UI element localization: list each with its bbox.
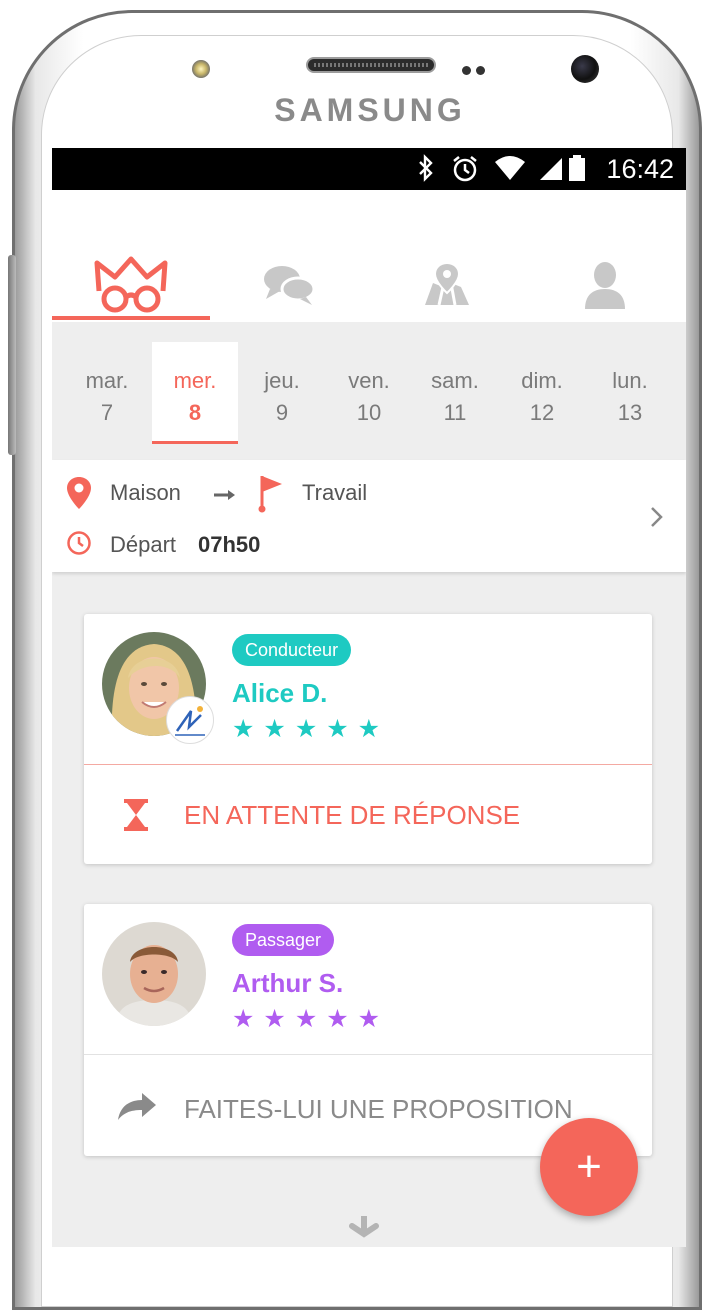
day-date: 9	[275, 400, 289, 425]
match-card[interactable]: Conducteur Alice D. ★★★★★ EN ATTENTE DE …	[84, 614, 652, 864]
role-badge: Passager	[232, 924, 335, 956]
earpiece-speaker	[306, 57, 436, 73]
day-date: 11	[443, 400, 467, 425]
route-origin: Maison	[110, 480, 181, 505]
chat-icon	[264, 266, 316, 305]
rating-stars: ★★★★★	[232, 1005, 390, 1033]
user-name: Arthur S.	[232, 968, 344, 998]
hourglass-icon	[124, 799, 148, 831]
day-name: mer.	[173, 368, 217, 393]
match-card[interactable]: Passager Arthur S. ★★★★★ FAITES-LUI UNE …	[84, 904, 652, 1156]
make-proposal-action[interactable]: FAITES-LUI UNE PROPOSITION	[184, 1094, 573, 1125]
day-item[interactable]: jeu. 9	[237, 342, 327, 442]
profile-icon	[585, 262, 625, 309]
arrow-right-icon	[214, 490, 235, 500]
departure-label: Départ	[110, 532, 177, 557]
day-selector: mar. 7 mer. 8 jeu. 9 ven. 10 sam. 11 dim…	[52, 322, 686, 460]
avatar	[102, 922, 206, 1026]
day-item[interactable]: sam. 11	[410, 342, 500, 442]
status-waiting: EN ATTENTE DE RÉPONSE	[184, 800, 521, 830]
crown-glasses-icon	[94, 256, 168, 313]
day-name: lun.	[612, 368, 648, 393]
rating-stars: ★★★★★	[232, 715, 390, 743]
card-divider	[84, 764, 652, 765]
card-divider	[84, 1054, 652, 1055]
bluetooth-icon	[416, 154, 436, 190]
day-name: jeu.	[264, 368, 300, 393]
day-item[interactable]: ven. 10	[324, 342, 414, 442]
day-date: 8	[188, 400, 202, 425]
tab-profile[interactable]	[526, 250, 684, 320]
loading-spinner-icon	[349, 1216, 379, 1238]
tab-messages[interactable]	[210, 250, 368, 320]
day-name: sam.	[431, 368, 479, 393]
alarm-icon	[450, 154, 480, 192]
chevron-right-icon[interactable]	[650, 506, 664, 528]
battery-icon	[568, 154, 586, 190]
day-item[interactable]: mar. 7	[62, 342, 152, 442]
day-name: dim.	[521, 368, 563, 393]
front-camera	[571, 55, 599, 83]
departure-time: 07h50	[198, 532, 261, 557]
volume-key	[8, 255, 16, 455]
day-item[interactable]: lun. 13	[585, 342, 675, 442]
day-item-selected[interactable]: mer. 8	[152, 342, 238, 444]
status-bar: 16:42	[52, 148, 686, 190]
proximity-sensor	[192, 60, 210, 78]
signal-icon	[538, 154, 564, 190]
flag-icon	[258, 476, 282, 513]
clock-icon	[67, 531, 91, 555]
user-name: Alice D.	[232, 678, 328, 708]
day-name: mar.	[85, 368, 129, 393]
tab-bar	[52, 190, 686, 322]
day-date: 10	[356, 400, 382, 425]
wifi-icon	[494, 154, 526, 190]
day-name: ven.	[348, 368, 390, 393]
app-screen: 16:42 mar. 7 mer. 8 jeu. 9 ven. 10 sam. …	[52, 148, 686, 1247]
company-logo-icon	[166, 696, 214, 744]
status-time: 16:42	[606, 154, 674, 184]
add-button[interactable]: +	[540, 1118, 638, 1216]
day-date: 7	[100, 400, 114, 425]
device-brand: SAMSUNG	[274, 92, 466, 128]
day-item[interactable]: dim. 12	[497, 342, 587, 442]
active-tab-indicator	[52, 316, 210, 320]
map-icon	[425, 261, 469, 306]
share-arrow-icon[interactable]	[116, 1092, 158, 1122]
route-summary[interactable]: Maison Travail Départ 07h50	[52, 460, 686, 572]
location-pin-icon	[67, 477, 91, 509]
day-date: 12	[529, 400, 555, 425]
tab-home[interactable]	[52, 250, 210, 320]
sensor-dots	[462, 62, 492, 75]
tab-map[interactable]	[368, 250, 526, 320]
day-date: 13	[617, 400, 643, 425]
role-badge: Conducteur	[232, 634, 352, 666]
route-destination: Travail	[302, 480, 368, 505]
